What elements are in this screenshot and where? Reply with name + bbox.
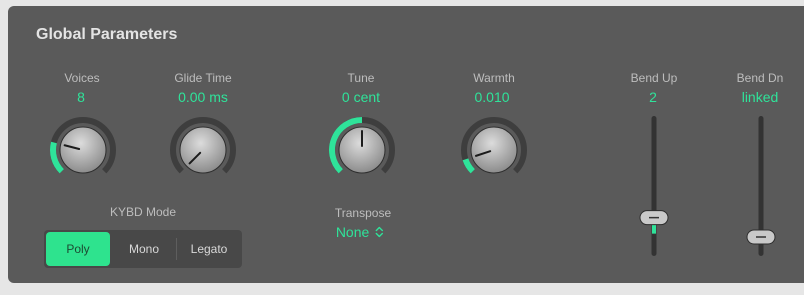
tune-label: Tune — [347, 71, 375, 85]
kybd-mode-option-mono[interactable]: Mono — [112, 230, 176, 268]
bend-up-label: Bend Up — [630, 71, 678, 85]
voices-value[interactable]: 8 — [77, 89, 85, 105]
voices-knob[interactable] — [43, 110, 123, 190]
up-down-chevron-icon — [375, 226, 384, 238]
voices-label: Voices — [64, 71, 100, 85]
bend-up-slider[interactable] — [639, 110, 669, 260]
bend-up-value[interactable]: 2 — [649, 89, 657, 105]
kybd-mode-option-legato[interactable]: Legato — [177, 230, 241, 268]
transpose-label: Transpose — [334, 206, 392, 220]
transpose-menu[interactable]: None — [336, 224, 384, 240]
global-parameters-panel: Global Parameters Voices 8 Glide Time 0.… — [8, 6, 804, 283]
panel-title: Global Parameters — [36, 26, 178, 43]
knob-body — [59, 126, 107, 174]
bend-dn-slider[interactable] — [746, 110, 776, 260]
kybd-mode-option-poly[interactable]: Poly — [46, 232, 110, 266]
knob-body — [470, 126, 518, 174]
transpose-value: None — [335, 224, 370, 240]
glide-time-label: Glide Time — [174, 71, 232, 85]
tune-knob[interactable] — [322, 110, 402, 190]
warmth-label: Warmth — [473, 71, 515, 85]
glide-time-knob[interactable] — [163, 110, 243, 190]
tune-value[interactable]: 0 cent — [342, 89, 380, 105]
bend-dn-label: Bend Dn — [736, 71, 784, 85]
warmth-knob[interactable] — [454, 110, 534, 190]
warmth-value[interactable]: 0.010 — [474, 89, 509, 105]
bend-dn-value[interactable]: linked — [742, 89, 779, 105]
knob-body — [179, 126, 227, 174]
kybd-mode-label: KYBD Mode — [109, 205, 177, 219]
slider-track — [651, 116, 657, 256]
glide-time-value[interactable]: 0.00 ms — [178, 89, 228, 105]
knob-value-arc — [462, 158, 476, 174]
kybd-mode-selector: Poly Mono Legato — [44, 230, 242, 268]
